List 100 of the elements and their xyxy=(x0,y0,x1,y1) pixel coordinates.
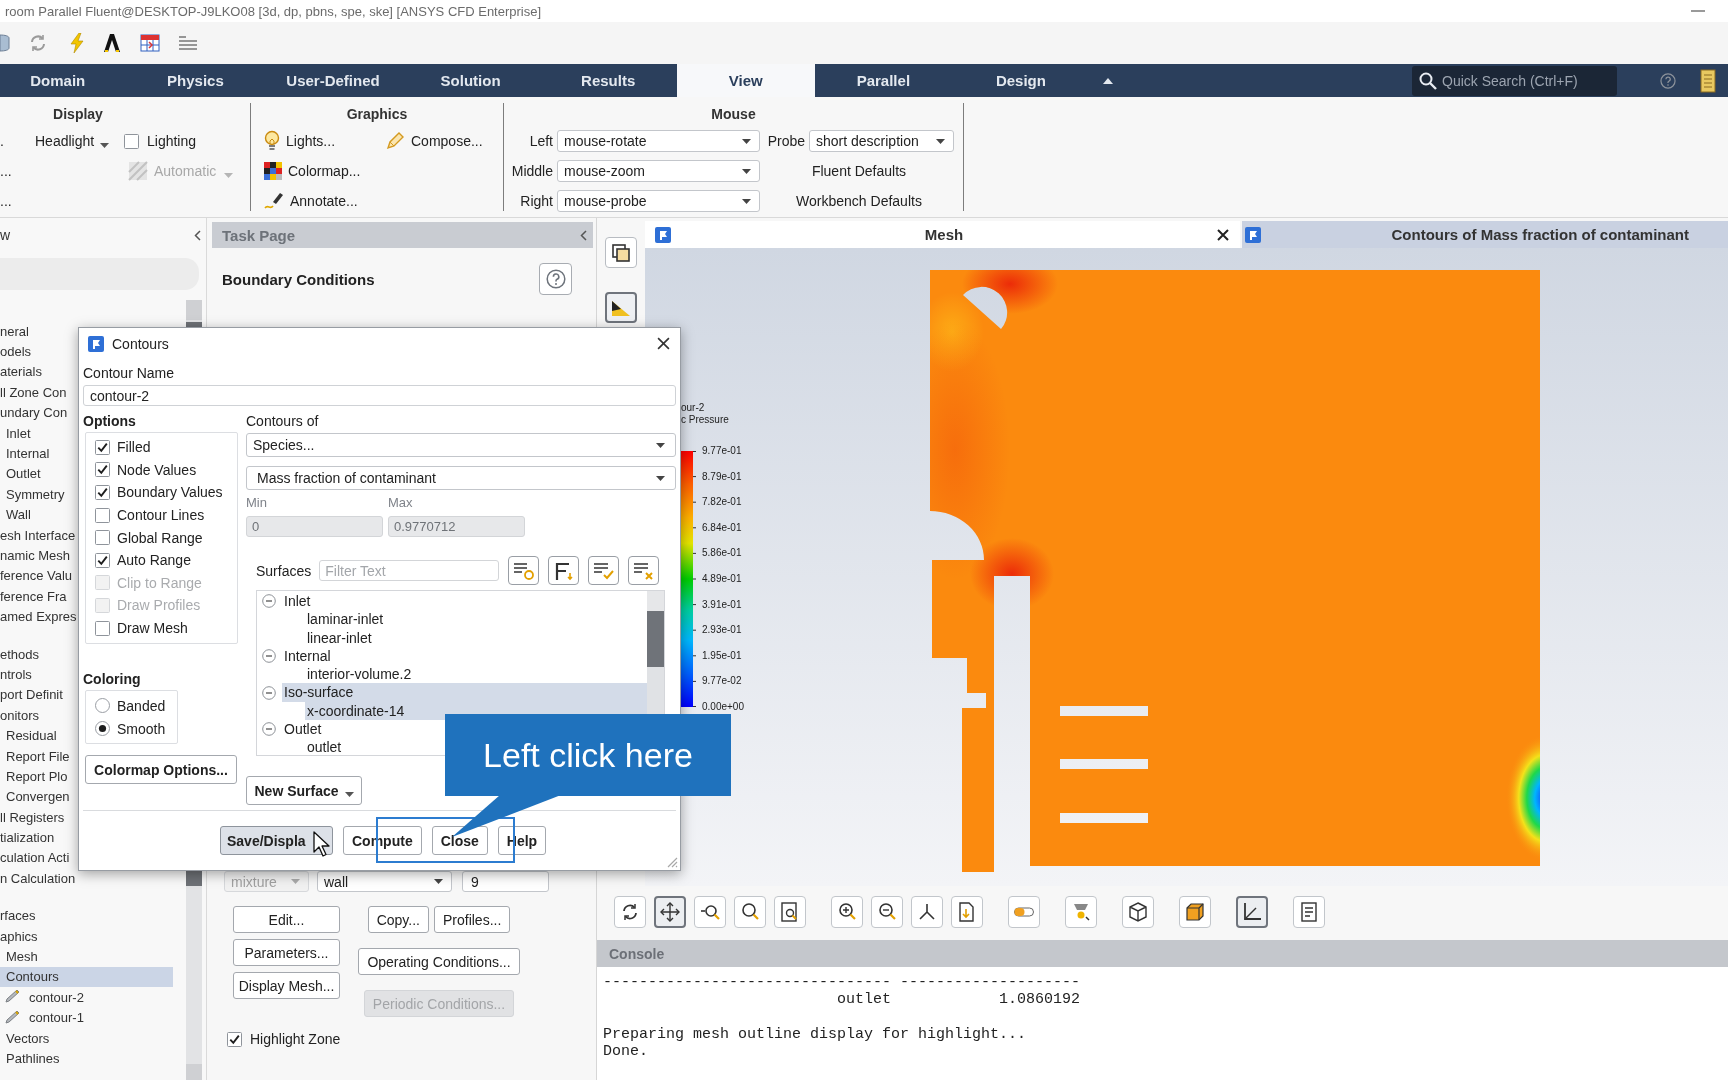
collapse-icon[interactable] xyxy=(262,722,276,737)
tree-item[interactable]: culation Acti xyxy=(0,850,70,866)
tree-item[interactable]: Vectors xyxy=(6,1030,50,1046)
window-tab[interactable]: Mesh xyxy=(645,221,1240,248)
tree-item[interactable]: ference Valu xyxy=(0,568,73,584)
tree-item[interactable]: namic Mesh xyxy=(0,548,71,563)
tree-item[interactable]: Iso-surface xyxy=(282,683,647,702)
toolbar-button[interactable] xyxy=(654,896,686,928)
radio-button[interactable] xyxy=(95,721,110,737)
collapse-icon[interactable] xyxy=(262,594,276,609)
new-surface-button[interactable]: New Surface xyxy=(246,776,362,805)
list-icon[interactable] xyxy=(178,35,198,51)
tree-item[interactable]: Inlet xyxy=(6,425,31,441)
tree-item[interactable]: esh Interface xyxy=(0,527,76,543)
tree-item[interactable]: Wall xyxy=(6,507,31,523)
ribbon-button[interactable]: Compose... xyxy=(385,131,503,151)
tree-item[interactable]: Symmetry xyxy=(6,486,65,502)
ribbon-tab[interactable]: Results xyxy=(539,64,677,97)
tree-item[interactable]: amed Expres xyxy=(0,609,77,625)
tree-item[interactable]: Mesh xyxy=(6,949,38,964)
toolbar-button[interactable] xyxy=(734,896,766,928)
action-button[interactable]: Parameters... xyxy=(233,939,340,966)
toolbar-button[interactable] xyxy=(605,237,637,268)
tree-item[interactable]: rfaces xyxy=(0,908,36,924)
ribbon-tab[interactable]: Solution xyxy=(401,64,540,97)
filter-field[interactable]: Filter Text xyxy=(319,560,500,581)
database-icon[interactable] xyxy=(0,33,10,53)
ribbon-button[interactable]: Colormap... xyxy=(264,162,385,180)
ribbon-tab[interactable]: User-Defined xyxy=(264,64,402,97)
checkbox[interactable] xyxy=(227,1031,242,1047)
checkbox[interactable] xyxy=(95,620,110,636)
ribbon-tab[interactable]: Domain xyxy=(0,64,127,97)
checkbox[interactable] xyxy=(95,530,110,546)
action-button[interactable]: Edit... xyxy=(233,906,340,933)
tree-item[interactable]: Convergen xyxy=(6,789,70,805)
notepad-icon[interactable] xyxy=(1700,68,1716,93)
dropdown[interactable]: mouse-rotate xyxy=(557,130,760,152)
checkbox[interactable] xyxy=(95,462,110,478)
tree-item[interactable]: aterials xyxy=(0,364,42,380)
logo-icon[interactable] xyxy=(102,34,122,52)
close-icon[interactable] xyxy=(1217,228,1229,241)
ribbon-tab[interactable]: Parallel xyxy=(814,64,953,97)
dropdown-button[interactable]: Headlight xyxy=(35,133,110,149)
dropdown[interactable]: Mass fraction of contaminant xyxy=(246,466,676,490)
help-button[interactable] xyxy=(539,263,572,295)
ribbon-button[interactable]: ... xyxy=(0,193,12,209)
search-field[interactable]: Quick Search (Ctrl+F) xyxy=(1412,65,1617,96)
collapse-icon[interactable] xyxy=(262,685,276,700)
toolbar-button[interactable] xyxy=(774,896,806,928)
tree-item[interactable]: Report File xyxy=(6,748,70,764)
icon-button[interactable] xyxy=(628,556,660,585)
toolbar-button[interactable] xyxy=(614,896,646,928)
icon-button[interactable] xyxy=(508,556,540,585)
checkbox[interactable] xyxy=(124,133,139,149)
tree-item[interactable]: Outlet xyxy=(282,720,324,739)
ribbon-tab[interactable]: Design xyxy=(952,64,1090,97)
tree-item[interactable]: ntrols xyxy=(0,666,32,682)
colormap-options-button[interactable]: Colormap Options... xyxy=(85,755,237,785)
dropdown[interactable]: Species... xyxy=(246,433,676,457)
collapse-icon[interactable] xyxy=(262,649,276,664)
tree-item[interactable]: undary Con xyxy=(0,405,68,421)
toolbar-button[interactable] xyxy=(831,896,863,928)
checkbox[interactable] xyxy=(95,552,110,568)
tree-item[interactable]: aphics xyxy=(0,928,38,944)
tree-item[interactable]: Report Plo xyxy=(6,768,68,784)
ribbon-button[interactable]: Lights... xyxy=(264,130,385,152)
dropdown[interactable]: short description xyxy=(809,130,954,152)
tree-item[interactable]: Inlet xyxy=(282,592,313,611)
ribbon-button[interactable]: Fluent Defaults xyxy=(811,163,907,179)
checkbox[interactable] xyxy=(95,507,110,523)
tree-item[interactable]: Residual xyxy=(6,728,57,744)
tree-item[interactable]: Pathlines xyxy=(6,1050,60,1066)
action-button[interactable]: Operating Conditions... xyxy=(358,948,520,975)
toolbar-button[interactable] xyxy=(1236,896,1268,928)
icon-button[interactable] xyxy=(548,556,580,585)
tree-item[interactable]: n Calculation xyxy=(0,870,76,886)
action-button[interactable]: Profiles... xyxy=(433,906,511,933)
toolbar-button[interactable] xyxy=(605,292,637,323)
ribbon-button[interactable]: ... xyxy=(0,163,12,179)
tree-item[interactable]: interior-volume.2 xyxy=(305,665,414,684)
tree-item[interactable]: odels xyxy=(0,344,32,360)
tree-item[interactable]: ethods xyxy=(0,646,40,662)
dialog-button[interactable]: Close xyxy=(431,826,488,855)
ribbon-button[interactable]: . xyxy=(0,133,4,149)
tree-item[interactable]: contour-1 xyxy=(29,1010,84,1026)
toolbar-button[interactable] xyxy=(1122,896,1154,928)
tree-item[interactable]: tialization xyxy=(0,830,55,846)
refresh-icon[interactable] xyxy=(28,33,48,53)
chevron-left-icon[interactable] xyxy=(580,229,587,241)
checkbox[interactable] xyxy=(95,485,110,500)
tree-item[interactable]: ll Registers xyxy=(0,809,65,825)
ribbon-tab[interactable]: View xyxy=(676,64,815,97)
ribbon-button[interactable]: Workbench Defaults xyxy=(796,193,922,209)
action-button[interactable]: Display Mesh... xyxy=(233,972,340,999)
dropdown[interactable]: mouse-zoom xyxy=(557,160,760,182)
help-icon[interactable] xyxy=(1660,72,1676,89)
toolbar-button[interactable] xyxy=(871,896,903,928)
close-icon[interactable] xyxy=(657,337,670,350)
ribbon-button[interactable]: Annotate... xyxy=(264,191,385,211)
toolbar-button[interactable] xyxy=(1179,896,1211,928)
